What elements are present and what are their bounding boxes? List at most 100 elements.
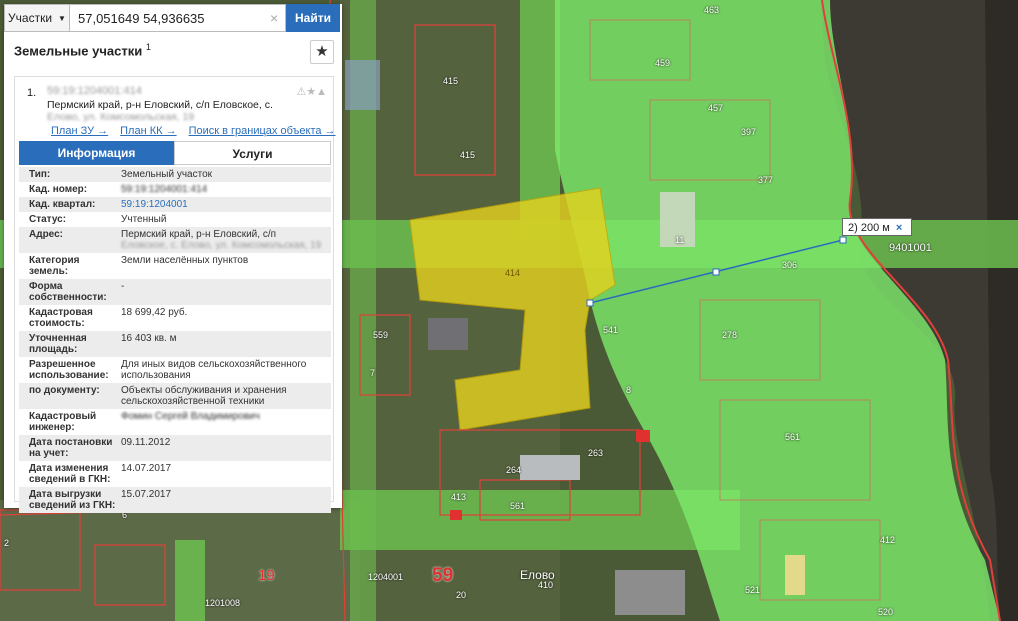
row-key: Адрес: bbox=[29, 229, 63, 240]
map-label: 457 bbox=[708, 103, 724, 113]
row-key: Дата выгрузки сведений из ГКН: bbox=[29, 489, 116, 511]
map-label: 11 bbox=[675, 235, 685, 245]
row-value-line2: Еловское, с. Елово, ул. Комсомольская, 1… bbox=[121, 240, 322, 251]
result-count: 1 bbox=[145, 42, 151, 52]
table-row: Адрес: Пермский край, р-н Еловский, с/п Ел… bbox=[19, 227, 331, 253]
row-value: 16 403 кв. м bbox=[121, 333, 177, 344]
measure-distance: 2) 200 м bbox=[848, 222, 890, 234]
table-row: Кад. квартал: 59:19:1204001 bbox=[19, 197, 331, 212]
chevron-down-icon: ▼ bbox=[58, 13, 66, 23]
map-label: 415 bbox=[443, 76, 459, 86]
clear-icon[interactable]: × bbox=[270, 10, 278, 26]
map-label: 541 bbox=[603, 325, 619, 335]
map-label: 20 bbox=[456, 590, 467, 600]
close-icon[interactable]: × bbox=[896, 222, 902, 234]
row-key: Дата изменения сведений в ГКН: bbox=[29, 463, 111, 485]
map-label: 377 bbox=[758, 175, 774, 185]
map-label: 463 bbox=[704, 5, 720, 15]
row-value: 59:19:1204001:414 bbox=[121, 184, 208, 195]
row-key: по документу: bbox=[29, 385, 100, 396]
row-value: 15.07.2017 bbox=[121, 489, 172, 500]
tab-services[interactable]: Услуги bbox=[174, 141, 331, 165]
map-label: 413 bbox=[451, 492, 467, 502]
favorites-button[interactable]: ★ bbox=[310, 40, 334, 64]
address-line2: Елово, ул. Комсомольская, 19 bbox=[47, 111, 195, 123]
row-value: 14.07.2017 bbox=[121, 463, 172, 474]
table-row: Категория земель: Земли населённых пункто… bbox=[19, 253, 331, 279]
map-label: 459 bbox=[655, 58, 671, 68]
row-key: Уточненная площадь: bbox=[29, 333, 87, 355]
row-key: Статус: bbox=[29, 214, 67, 225]
star-icon: ★ bbox=[315, 43, 329, 60]
map-label: 520 bbox=[878, 607, 894, 617]
star-icon[interactable]: ★ bbox=[306, 86, 316, 98]
search-mode-dropdown[interactable]: Участки ▼ bbox=[4, 4, 70, 32]
table-row: Форма собственности: - bbox=[19, 279, 331, 305]
row-value: - bbox=[121, 281, 125, 292]
row-value: Учтенный bbox=[121, 214, 167, 225]
search-input[interactable] bbox=[70, 4, 286, 32]
map-label: 59 bbox=[432, 565, 454, 586]
panel-title-text: Земельные участки bbox=[14, 43, 143, 59]
row-value: Для иных видов сельскохозяйственного исп… bbox=[121, 359, 307, 381]
row-value: 09.11.2012 bbox=[121, 437, 171, 448]
map-label: 2 bbox=[4, 538, 10, 548]
row-value: Земли населённых пунктов bbox=[121, 255, 249, 266]
measure-label: 2) 200 м × bbox=[842, 218, 912, 236]
map-label: 561 bbox=[785, 432, 801, 442]
address-line1: Пермский край, р-н Еловский, с/п Еловско… bbox=[47, 99, 273, 111]
row-value: Объекты обслуживания и хранения сельскох… bbox=[121, 385, 287, 407]
card-links: План ЗУ → План КК → Поиск в границах объ… bbox=[51, 125, 336, 137]
table-row: Уточненная площадь: 16 403 кв. м bbox=[19, 331, 331, 357]
row-value[interactable]: 59:19:1204001 bbox=[117, 199, 331, 210]
table-row: Разрешенное использование: Для иных видов… bbox=[19, 357, 331, 383]
result-index: 1. bbox=[27, 87, 37, 99]
info-panel: Участки ▼ × Найти Земельные участки 1 ★ 1… bbox=[4, 4, 342, 513]
cadastral-number[interactable]: 59:19:1204001:414 bbox=[47, 85, 142, 97]
card-tabs: Информация Услуги bbox=[19, 141, 331, 165]
map-label: 1201008 bbox=[205, 598, 241, 608]
map-label: 412 bbox=[880, 535, 896, 545]
map-label: 8 bbox=[626, 385, 632, 395]
map-label: 19 bbox=[258, 567, 275, 584]
row-value-line1: Пермский край, р-н Еловский, с/п bbox=[121, 229, 277, 240]
row-key: Категория земель: bbox=[29, 255, 80, 277]
row-key: Разрешенное использование: bbox=[29, 359, 109, 381]
panel-title: Земельные участки 1 bbox=[14, 42, 151, 58]
row-key: Кадастровый инженер: bbox=[29, 411, 97, 433]
row-key: Кад. номер: bbox=[29, 184, 88, 195]
row-key: Кадастровая стоимость: bbox=[29, 307, 93, 329]
table-row: по документу: Объекты обслуживания и хран… bbox=[19, 383, 331, 409]
search-button[interactable]: Найти bbox=[286, 4, 340, 32]
table-row: Тип: Земельный участок bbox=[19, 167, 331, 182]
card-icons: ⚠★▲ bbox=[296, 85, 327, 98]
row-value: Земельный участок bbox=[121, 169, 213, 180]
plan-kk-link[interactable]: План КК → bbox=[120, 125, 176, 137]
map-label: 410 bbox=[538, 580, 554, 590]
chevron-up-icon[interactable]: ▲ bbox=[316, 86, 327, 98]
table-row: Дата выгрузки сведений из ГКН: 15.07.2017 bbox=[19, 487, 331, 513]
tab-info[interactable]: Информация bbox=[19, 141, 174, 165]
map-label: 278 bbox=[722, 330, 738, 340]
table-row: Дата изменения сведений в ГКН: 14.07.2017 bbox=[19, 461, 331, 487]
map-label: 414 bbox=[505, 268, 521, 278]
table-row: Дата постановки на учет: 09.11.2012 bbox=[19, 435, 331, 461]
plan-zu-link[interactable]: План ЗУ → bbox=[51, 125, 108, 137]
search-bar: Участки ▼ × Найти bbox=[4, 4, 342, 32]
table-row: Кадастровая стоимость: 18 699,42 руб. bbox=[19, 305, 331, 331]
map-label: 561 bbox=[510, 501, 526, 511]
result-card: 1. 59:19:1204001:414 ⚠★▲ Пермский край, … bbox=[14, 76, 336, 513]
row-value: Фомин Сергей Владимирович bbox=[121, 411, 260, 422]
search-mode-label: Участки bbox=[8, 11, 53, 25]
info-table: Тип: Земельный участок Кад. номер: 59:19:12… bbox=[19, 167, 331, 513]
map-label: 415 bbox=[460, 150, 476, 160]
table-row: Кад. номер: 59:19:1204001:414 bbox=[19, 182, 331, 197]
row-key: Дата постановки на учет: bbox=[29, 437, 113, 459]
map-label: 263 bbox=[588, 448, 604, 458]
row-value: Пермский край, р-н Еловский, с/п Еловское… bbox=[117, 229, 331, 251]
map-label: 521 bbox=[745, 585, 761, 595]
map-label: 1204001 bbox=[368, 572, 404, 582]
search-in-bounds-link[interactable]: Поиск в границах объекта → bbox=[189, 125, 336, 137]
row-key: Форма собственности: bbox=[29, 281, 107, 303]
map-label: 559 bbox=[373, 330, 389, 340]
